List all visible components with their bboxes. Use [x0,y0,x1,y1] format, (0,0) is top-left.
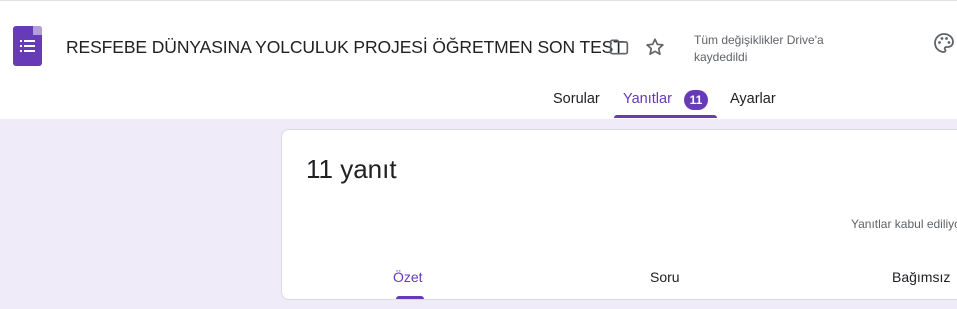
accepting-responses-label: Yanıtlar kabul ediliyor [851,217,957,231]
form-title[interactable]: RESFEBE DÜNYASINA YOLCULUK PROJESİ ÖĞRET… [66,37,624,58]
tab-responses-label: Yanıtlar [623,91,672,107]
forms-icon-bullet [20,45,22,47]
response-count-heading: 11 yanıt [306,154,397,184]
forms-icon-line [24,50,35,52]
save-status: Tüm değişiklikler Drive'a kaydedildi [694,33,824,64]
forms-icon[interactable] [13,26,42,66]
folder-icon[interactable] [608,37,630,57]
forms-icon-line [24,45,35,47]
responses-count-badge: 11 [684,90,708,110]
app-header: RESFEBE DÜNYASINA YOLCULUK PROJESİ ÖĞRET… [0,0,957,119]
forms-icon-line [24,40,35,42]
tab-questions[interactable]: Sorular [553,91,600,126]
palette-icon[interactable] [932,31,956,55]
form-tabs: Sorular Yanıtlar 11 Ayarlar [0,85,957,120]
subtab-question[interactable]: Soru [650,269,680,285]
active-subtab-indicator [396,296,424,299]
forms-icon-bullet [20,50,22,52]
tab-responses[interactable]: Yanıtlar 11 [614,85,717,120]
forms-icon-bullet [20,40,22,42]
active-tab-indicator [614,115,717,118]
star-icon[interactable] [644,36,666,58]
subtab-summary[interactable]: Özet [393,269,423,285]
responses-card: 11 yanıt Yanıtlar kabul ediliyor Özet So… [281,129,957,300]
tab-settings[interactable]: Ayarlar [730,91,776,126]
forms-icon-fold [33,26,42,35]
subtab-individual[interactable]: Bağımsız [892,269,950,285]
